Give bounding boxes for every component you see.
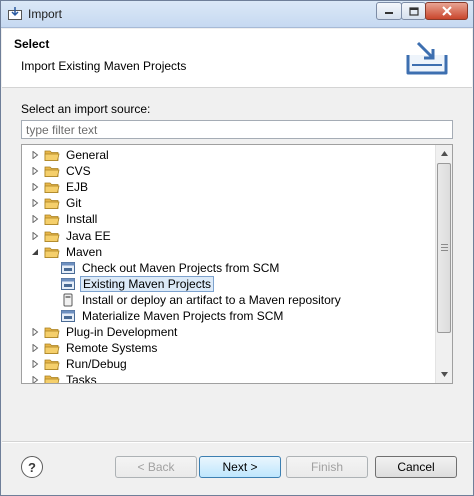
collapsed-arrow-icon[interactable]	[30, 375, 40, 383]
title-bar[interactable]: Import	[1, 1, 473, 28]
tree-item-label: Remote Systems	[66, 341, 158, 356]
tree-item-label: Run/Debug	[66, 357, 127, 372]
maven-wizard-icon	[60, 309, 76, 323]
folder-icon	[44, 180, 60, 194]
collapsed-arrow-icon[interactable]	[30, 150, 40, 160]
tree-item[interactable]: Existing Maven Projects	[60, 275, 452, 292]
tree-item[interactable]: Maven	[30, 244, 440, 260]
tree-item-label: General	[66, 148, 109, 162]
import-window-icon	[8, 7, 22, 20]
tree-item[interactable]: Tasks	[30, 372, 440, 384]
tree-item[interactable]: General	[30, 147, 440, 163]
scroll-up-arrow-icon	[440, 151, 448, 156]
collapsed-arrow-icon[interactable]	[30, 327, 40, 337]
tree-item[interactable]: Materialize Maven Projects from SCM	[60, 308, 452, 324]
folder-icon	[44, 245, 60, 259]
folder-icon	[44, 357, 60, 371]
cancel-button[interactable]: Cancel	[375, 456, 457, 478]
tree-item[interactable]: Check out Maven Projects from SCM	[60, 260, 452, 276]
tree-item-label: Plug-in Development	[66, 325, 178, 340]
folder-icon	[44, 229, 60, 243]
tree-item-label: Tasks	[66, 373, 97, 384]
tree-item[interactable]: CVS	[30, 163, 440, 179]
maximize-button[interactable]	[401, 2, 426, 20]
close-button[interactable]	[425, 2, 468, 20]
tree-item[interactable]: EJB	[30, 179, 440, 195]
maven-wizard-icon	[60, 261, 76, 275]
folder-icon	[44, 373, 60, 383]
jar-icon	[60, 293, 76, 307]
tree-item[interactable]: Java EE	[30, 228, 440, 244]
tree-item-label: Check out Maven Projects from SCM	[82, 260, 280, 275]
footer-separator	[2, 441, 472, 443]
minimize-button[interactable]	[376, 2, 402, 20]
back-button[interactable]: < Back	[115, 456, 197, 478]
collapsed-arrow-icon[interactable]	[30, 166, 40, 176]
maven-wizard-icon	[60, 277, 76, 291]
collapsed-arrow-icon[interactable]	[30, 182, 40, 192]
collapsed-arrow-icon[interactable]	[30, 214, 40, 224]
folder-icon	[44, 212, 60, 226]
next-button[interactable]: Next >	[199, 456, 281, 478]
finish-button[interactable]: Finish	[286, 456, 368, 478]
collapsed-arrow-icon[interactable]	[30, 198, 40, 208]
tree-item-label: Java EE	[66, 228, 111, 243]
folder-icon	[44, 164, 60, 178]
tree-item-label: Materialize Maven Projects from SCM	[82, 309, 284, 323]
tree-item[interactable]: Install	[30, 211, 440, 227]
page-title: Select	[14, 37, 50, 51]
collapsed-arrow-icon[interactable]	[30, 231, 40, 241]
tree-item-label: Existing Maven Projects	[80, 275, 215, 292]
scroll-grip-line	[441, 250, 448, 251]
maximize-icon	[408, 6, 419, 16]
collapsed-arrow-icon[interactable]	[30, 359, 40, 369]
tree-item[interactable]: Remote Systems	[30, 340, 440, 356]
expanded-arrow-icon[interactable]	[30, 247, 40, 257]
tree-item[interactable]: Git	[30, 195, 440, 211]
scroll-down-arrow-icon	[440, 372, 448, 377]
close-icon	[441, 6, 452, 16]
folder-icon	[44, 196, 60, 210]
tree-item[interactable]: Install or deploy an artifact to a Maven…	[60, 292, 452, 308]
scroll-grip-line	[441, 244, 448, 245]
page-description: Import Existing Maven Projects	[21, 59, 187, 73]
help-button[interactable]: ?	[21, 456, 43, 478]
folder-icon	[44, 325, 60, 339]
tree-item-label: EJB	[66, 180, 89, 195]
tree-item-label: Install	[66, 212, 98, 227]
window-title: Import	[28, 7, 63, 21]
import-source-tree[interactable]: General CVS EJB Git Install Java EE Maven Check…	[21, 144, 453, 384]
tree-item-label: CVS	[66, 164, 91, 179]
filter-input[interactable]	[21, 120, 453, 139]
tree-item[interactable]: Plug-in Development	[30, 324, 440, 340]
tree-item-label: Install or deploy an artifact to a Maven…	[82, 292, 341, 307]
tree-item-label: Maven	[66, 244, 103, 259]
import-banner-icon	[406, 41, 448, 75]
folder-icon	[44, 148, 60, 162]
import-source-label: Select an import source:	[21, 102, 151, 116]
scroll-grip-line	[441, 247, 448, 248]
wizard-header: Select Import Existing Maven Projects	[2, 29, 472, 88]
minimize-icon	[385, 12, 393, 14]
folder-icon	[44, 341, 60, 355]
tree-item[interactable]: Run/Debug	[30, 356, 440, 372]
import-dialog: Import Select Import Existing Maven Proj…	[0, 0, 474, 496]
tree-item-label: Git	[66, 196, 82, 211]
collapsed-arrow-icon[interactable]	[30, 343, 40, 353]
